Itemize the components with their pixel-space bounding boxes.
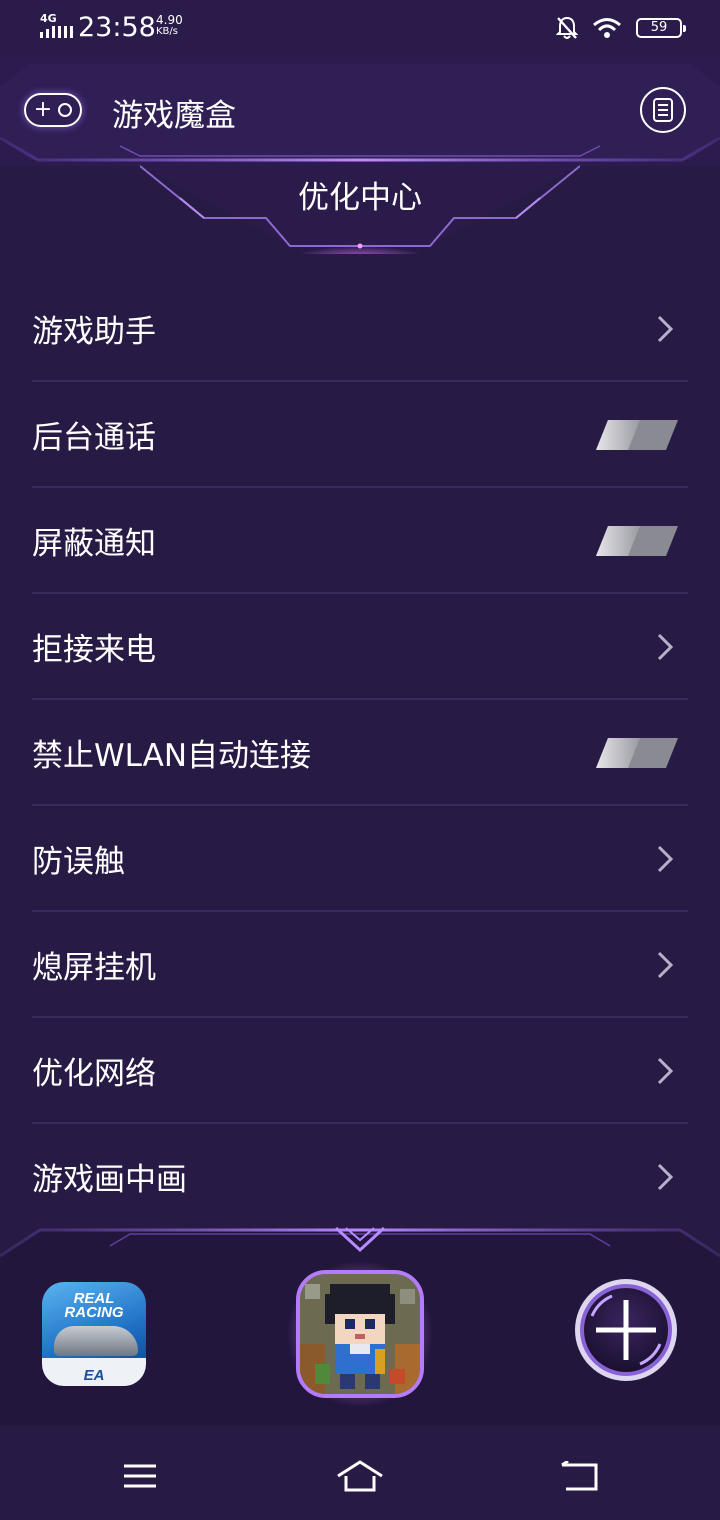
- battery-level: 59: [650, 20, 668, 35]
- toggle-switch[interactable]: [596, 736, 678, 770]
- menu-icon: [124, 1464, 156, 1488]
- settings-list: 游戏助手 后台通话 屏蔽通知 拒接来电 禁止WLAN自动连接 防误触 熄屏挂机 …: [32, 276, 688, 1230]
- setting-label: 屏蔽通知: [32, 526, 156, 562]
- mute-bell-icon: [556, 16, 578, 39]
- setting-label: 拒接来电: [32, 632, 156, 668]
- setting-label: 游戏助手: [32, 314, 156, 350]
- document-icon: [653, 98, 673, 122]
- plus-icon: +: [33, 97, 53, 122]
- chevron-right-icon: [657, 951, 674, 979]
- pixel-character-image: [300, 1274, 420, 1394]
- add-game-button[interactable]: [572, 1276, 680, 1384]
- document-button[interactable]: [640, 87, 686, 133]
- current-game-glow: [288, 1262, 432, 1406]
- circle-icon: [58, 103, 73, 117]
- setting-disable-wlan-autoconnect: 禁止WLAN自动连接: [32, 700, 688, 806]
- setting-label: 防误触: [32, 844, 125, 880]
- home-button[interactable]: [335, 1456, 385, 1496]
- setting-block-notifications: 屏蔽通知: [32, 488, 688, 594]
- home-icon: [337, 1460, 383, 1492]
- battery-icon: 59: [636, 18, 686, 38]
- network-type: 4G: [40, 12, 57, 25]
- toggle-switch[interactable]: [596, 524, 678, 558]
- chevron-right-icon: [657, 1163, 674, 1191]
- ea-logo: EA: [83, 1367, 105, 1384]
- game-icon-real-racing[interactable]: REAL RACING EA: [42, 1282, 146, 1386]
- chevron-right-icon: [657, 633, 674, 661]
- toggle-switch[interactable]: [596, 418, 678, 452]
- setting-label: 游戏画中画: [32, 1162, 187, 1198]
- system-nav-bar: [0, 1426, 720, 1520]
- real-racing-logo: REAL RACING: [64, 1290, 124, 1321]
- back-button[interactable]: [554, 1456, 604, 1496]
- back-icon: [561, 1461, 598, 1491]
- setting-game-pip[interactable]: 游戏画中画: [32, 1124, 688, 1230]
- clock: 23:58: [78, 12, 156, 43]
- setting-reject-calls[interactable]: 拒接来电: [32, 594, 688, 700]
- setting-background-call: 后台通话: [32, 382, 688, 488]
- app-header: + 游戏魔盒: [0, 56, 720, 166]
- wifi-icon: [593, 18, 621, 38]
- game-icon-pixel-adventure[interactable]: [296, 1270, 424, 1398]
- setting-label: 熄屏挂机: [32, 950, 156, 986]
- car-image: [54, 1326, 138, 1356]
- setting-label: 优化网络: [32, 1056, 156, 1092]
- chevron-right-icon: [657, 315, 674, 343]
- chevron-right-icon: [657, 1057, 674, 1085]
- network-speed: 4.90 KB/s: [156, 13, 183, 37]
- menu-button[interactable]: [115, 1456, 165, 1496]
- status-bar: 4G 23:58 4.90 KB/s 59: [0, 0, 720, 56]
- mode-toggle-button[interactable]: +: [24, 93, 82, 127]
- setting-optimize-network[interactable]: 优化网络: [32, 1018, 688, 1124]
- section-title: 优化中心: [298, 180, 422, 216]
- setting-screen-off-idle[interactable]: 熄屏挂机: [32, 912, 688, 1018]
- setting-label: 禁止WLAN自动连接: [32, 738, 312, 774]
- app-title: 游戏魔盒: [112, 98, 236, 134]
- setting-game-assistant[interactable]: 游戏助手: [32, 276, 688, 382]
- chevron-right-icon: [657, 845, 674, 873]
- setting-anti-mistouch[interactable]: 防误触: [32, 806, 688, 912]
- header-frame: [0, 64, 720, 162]
- setting-label: 后台通话: [32, 420, 156, 456]
